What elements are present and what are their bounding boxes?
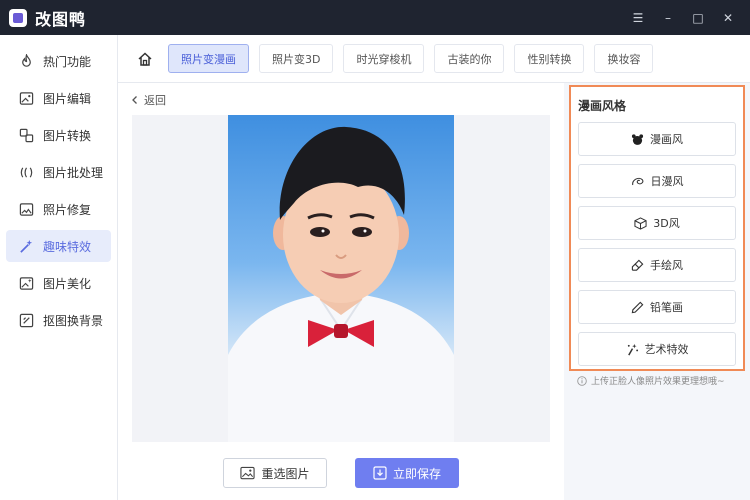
- app-logo-icon: [9, 8, 27, 27]
- style-option-3d[interactable]: 3D风: [578, 206, 736, 240]
- sidebar-item-hot-features[interactable]: 热门功能: [6, 45, 111, 77]
- app-title: 改图鸭: [35, 9, 87, 29]
- sidebar-item-label: 图片美化: [43, 276, 92, 291]
- tab-photo-to-comic[interactable]: 照片变漫画: [168, 44, 249, 73]
- portrait-illustration: [228, 126, 454, 442]
- pencil-icon: [631, 301, 644, 314]
- tab-gender-swap[interactable]: 性别转换: [514, 44, 585, 73]
- image-preview-area: [132, 115, 550, 442]
- style-option-label: 漫画风: [650, 133, 683, 146]
- photo-repair-icon: [18, 201, 34, 217]
- tab-ancient-costume[interactable]: 古装的你: [434, 44, 505, 73]
- save-now-button[interactable]: 立即保存: [355, 458, 459, 488]
- cutout-icon: [18, 312, 34, 328]
- style-option-comic[interactable]: 漫画风: [578, 122, 736, 156]
- sidebar-item-batch[interactable]: 图片批处理: [6, 156, 111, 188]
- style-option-hand-drawn[interactable]: 手绘风: [578, 248, 736, 282]
- chevron-left-icon: [132, 96, 137, 104]
- sidebar-item-label: 图片转换: [43, 128, 92, 143]
- tab-makeup[interactable]: 换妆容: [594, 44, 654, 73]
- style-option-art-effect[interactable]: 艺术特效: [578, 332, 736, 366]
- convert-icon: [18, 127, 34, 143]
- sparkle-wand-icon: [626, 343, 639, 356]
- swirl-icon: [631, 175, 645, 188]
- sidebar-item-label: 抠图换背景: [43, 313, 104, 328]
- reselect-image-button[interactable]: 重选图片: [223, 458, 327, 488]
- batch-icon: [18, 164, 34, 180]
- portrait-photo: [228, 115, 454, 442]
- eraser-icon: [631, 259, 644, 272]
- flame-icon: [18, 53, 34, 69]
- style-option-label: 3D风: [653, 217, 680, 230]
- cube-icon: [634, 216, 647, 230]
- main-area: 照片变漫画 照片变3D 时光穿梭机 古装的你 性别转换 换妆容 返回 重选图片 …: [118, 35, 750, 500]
- download-icon: [373, 466, 387, 480]
- tab-time-machine[interactable]: 时光穿梭机: [343, 44, 425, 73]
- minimize-button[interactable]: –: [654, 4, 682, 32]
- panel-title: 漫画风格: [578, 99, 627, 113]
- sidebar-item-label: 趣味特效: [43, 239, 92, 254]
- tab-photo-to-3d[interactable]: 照片变3D: [259, 44, 334, 73]
- sidebar: 热门功能 图片编辑 图片转换 图片批处理 照片修复 趣味特效 图片美化 抠图换背…: [0, 35, 118, 500]
- menu-button[interactable]: ☰: [624, 4, 652, 32]
- hint-text: 上传正脸人像照片效果更理想哦~: [591, 377, 725, 387]
- title-bar: 改图鸭 ☰ – □ ✕: [0, 0, 750, 35]
- upload-hint: 上传正脸人像照片效果更理想哦~: [577, 374, 725, 387]
- window-controls: ☰ – □ ✕: [624, 0, 742, 35]
- save-label: 立即保存: [392, 466, 441, 481]
- image-icon: [240, 466, 256, 480]
- sidebar-item-image-edit[interactable]: 图片编辑: [6, 82, 111, 114]
- style-option-pencil[interactable]: 铅笔画: [578, 290, 736, 324]
- sidebar-item-label: 照片修复: [43, 202, 92, 217]
- style-option-label: 铅笔画: [650, 301, 683, 314]
- home-icon: [138, 51, 152, 66]
- sidebar-item-label: 图片编辑: [43, 91, 92, 106]
- back-label: 返回: [144, 94, 166, 107]
- bear-icon: [631, 133, 644, 146]
- style-option-label: 手绘风: [650, 259, 683, 272]
- sidebar-item-beautify[interactable]: 图片美化: [6, 267, 111, 299]
- image-edit-icon: [18, 90, 34, 106]
- info-icon: [577, 375, 587, 386]
- sidebar-item-photo-repair[interactable]: 照片修复: [6, 193, 111, 225]
- sidebar-item-label: 热门功能: [43, 54, 92, 69]
- preview-panel: 返回 重选图片 立即保存: [118, 83, 564, 500]
- magic-wand-icon: [18, 238, 34, 254]
- sidebar-item-cutout[interactable]: 抠图换背景: [6, 304, 111, 336]
- close-button[interactable]: ✕: [714, 4, 742, 32]
- sidebar-item-label: 图片批处理: [43, 165, 104, 180]
- feature-tab-bar: 照片变漫画 照片变3D 时光穿梭机 古装的你 性别转换 换妆容: [118, 35, 750, 83]
- style-option-label: 艺术特效: [644, 343, 689, 356]
- sidebar-item-fun-effects[interactable]: 趣味特效: [6, 230, 111, 262]
- comic-style-panel: 漫画风格 漫画风 日漫风 3D风 手绘风 铅笔画 艺术特效: [569, 85, 745, 371]
- maximize-button[interactable]: □: [684, 4, 712, 32]
- back-link[interactable]: 返回: [130, 92, 166, 108]
- style-option-label: 日漫风: [650, 175, 684, 188]
- beautify-icon: [18, 275, 34, 291]
- home-button[interactable]: [130, 44, 160, 74]
- sidebar-item-image-convert[interactable]: 图片转换: [6, 119, 111, 151]
- style-option-anime[interactable]: 日漫风: [578, 164, 736, 198]
- reselect-label: 重选图片: [261, 466, 310, 481]
